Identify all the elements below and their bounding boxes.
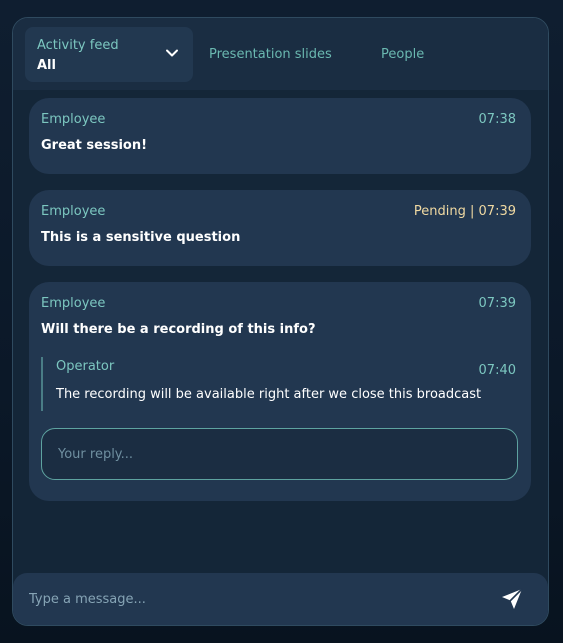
message-author: Employee [41,112,106,127]
activity-feed: Employee 07:38 Great session! Employee P… [13,90,548,569]
activity-feed-dropdown[interactable]: Activity feed All [25,27,193,82]
message-status-time: Pending | 07:39 [413,204,516,219]
send-icon[interactable] [500,587,524,611]
tab-bar: Activity feed All Presentation slides Pe… [13,18,548,90]
message-author: Employee [41,204,106,219]
message-text: Will there be a recording of this info? [41,322,316,337]
message-time: 07:38 [478,112,516,127]
tab-people[interactable]: People [381,47,424,62]
message-time: 07:39 [478,296,516,311]
message-text: This is a sensitive question [41,230,241,245]
message-text: Great session! [41,138,148,153]
message-card: Employee Pending | 07:39 This is a sensi… [29,190,531,266]
reply-time: 07:40 [478,363,516,378]
reply-author: Operator [56,359,115,374]
message-input[interactable] [29,573,469,625]
message-card: Employee 07:39 Will there be a recording… [29,282,531,501]
message-author: Employee [41,296,106,311]
message-card: Employee 07:38 Great session! [29,98,531,174]
reply-text: The recording will be available right af… [56,387,482,402]
reply-input[interactable] [41,428,518,480]
dropdown-title: Activity feed [37,38,119,53]
chevron-down-icon [166,49,178,57]
message-composer [13,573,548,625]
operator-reply: Operator 07:40 The recording will be ava… [41,357,516,411]
activity-panel: Activity feed All Presentation slides Pe… [12,17,549,626]
tab-presentation-slides[interactable]: Presentation slides [209,47,332,62]
dropdown-selected-value: All [37,58,56,73]
